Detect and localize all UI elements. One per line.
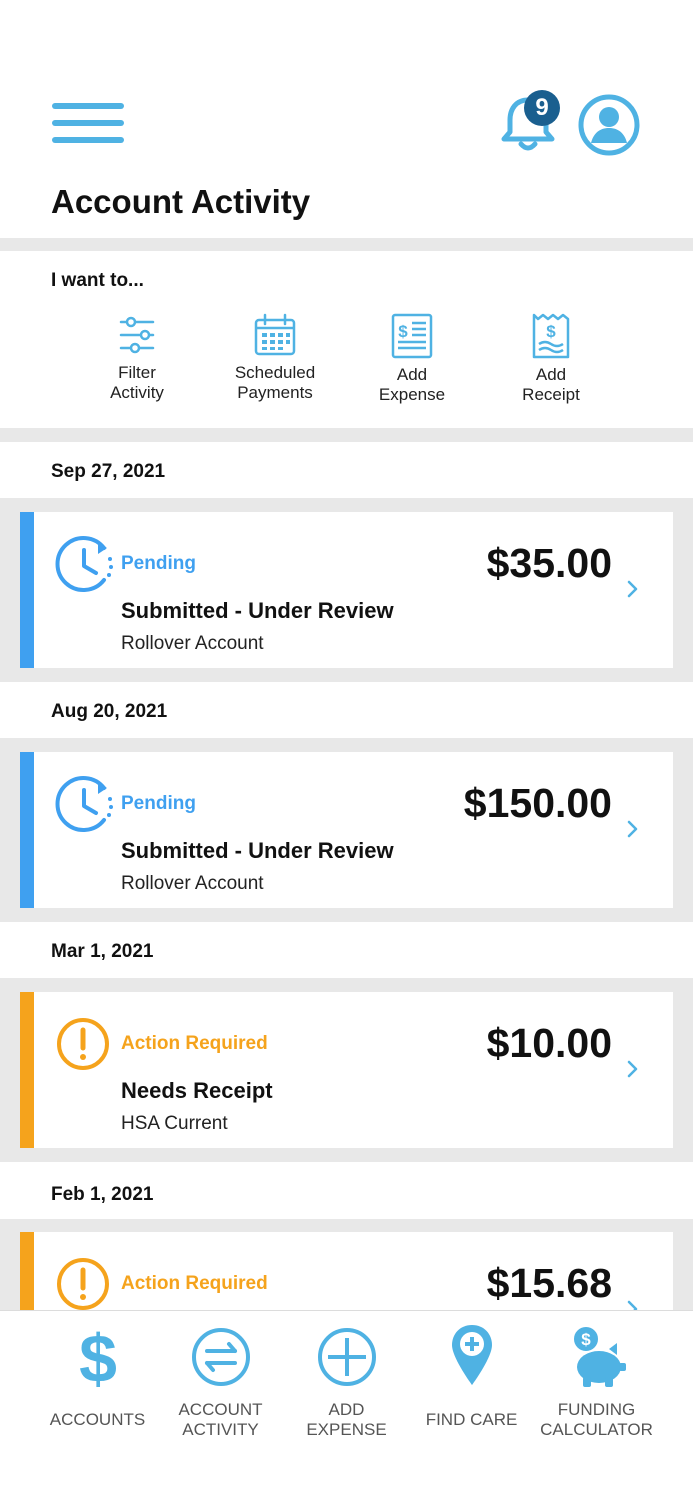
date-label: Sep 27, 2021 (51, 461, 166, 482)
action-label-line2: Expense (378, 385, 446, 404)
hamburger-menu-icon[interactable] (52, 103, 126, 145)
map-pin-plus-icon (451, 1325, 492, 1385)
date-label: Feb 1, 2021 (51, 1184, 154, 1205)
account-name: Rollover Account (121, 633, 264, 654)
pending-clock-icon (55, 776, 113, 832)
nav-label-line1: ACCOUNT (178, 1400, 263, 1419)
nav-accounts[interactable]: $ ACCOUNTS (28, 1311, 167, 1451)
date-header: Aug 20, 2021 (0, 682, 693, 738)
activity-card[interactable]: Pending $150.00 Submitted - Under Review… (20, 752, 673, 908)
status-label: Pending (121, 793, 196, 814)
section-divider (0, 238, 693, 251)
action-label-line2: Activity (110, 383, 164, 402)
nav-find-care[interactable]: FIND CARE (402, 1311, 541, 1451)
filter-sliders-icon (119, 316, 155, 354)
add-receipt-button[interactable]: $ Add Receipt (491, 313, 611, 405)
filter-activity-button[interactable]: Filter Activity (77, 313, 197, 403)
account-name: HSA Current (121, 1113, 228, 1134)
date-label: Aug 20, 2021 (51, 701, 168, 722)
action-label-line1: Scheduled (234, 363, 316, 382)
activity-title: Submitted - Under Review (121, 838, 394, 863)
action-label-line1: Add (535, 365, 567, 384)
scheduled-payments-button[interactable]: Scheduled Payments (215, 313, 335, 403)
bottom-navigation: $ ACCOUNTS ACCOUNT ACTIVITY ADD EXPENSE FI (0, 1310, 693, 1500)
action-label-line1: Filter (118, 363, 156, 382)
date-header: Mar 1, 2021 (0, 922, 693, 978)
account-name: Rollover Account (121, 873, 264, 894)
nav-label: FIND CARE (425, 1410, 518, 1429)
quick-actions-title: I want to... (51, 270, 144, 291)
exclamation-circle-icon (57, 1258, 109, 1310)
quick-actions-panel: I want to... Filter Activity Scheduled P… (0, 251, 693, 428)
expense-document-icon: $ (391, 313, 433, 359)
nav-label-line2: ACTIVITY (182, 1420, 259, 1439)
chevron-right-icon (627, 820, 638, 838)
notification-badge: 9 (524, 90, 560, 126)
nav-label: ACCOUNTS (49, 1410, 146, 1429)
user-avatar-icon[interactable] (578, 94, 640, 156)
nav-account-activity[interactable]: ACCOUNT ACTIVITY (151, 1311, 290, 1451)
amount: $35.00 (486, 540, 612, 586)
chevron-right-icon (627, 580, 638, 598)
svg-text:$: $ (79, 1327, 117, 1389)
action-label-line2: Receipt (522, 385, 580, 404)
piggy-bank-icon: $ (571, 1325, 626, 1387)
nav-label-line1: ADD (328, 1400, 365, 1419)
date-header: Sep 27, 2021 (0, 442, 693, 498)
chevron-right-icon (627, 1060, 638, 1078)
activity-card[interactable]: Pending $35.00 Submitted - Under Review … (20, 512, 673, 668)
status-label: Action Required (121, 1033, 268, 1054)
pending-clock-icon (55, 536, 113, 592)
receipt-icon: $ (532, 313, 570, 359)
nav-add-expense[interactable]: ADD EXPENSE (277, 1311, 416, 1451)
status-label: Action Required (121, 1273, 268, 1294)
add-expense-action-button[interactable]: $ Add Expense (352, 313, 472, 405)
calendar-icon (254, 313, 296, 356)
action-label-line2: Payments (237, 383, 313, 402)
exchange-arrows-icon (191, 1328, 250, 1386)
amount: $15.68 (486, 1260, 612, 1306)
dollar-icon: $ (79, 1327, 117, 1389)
activity-title: Needs Receipt (121, 1078, 273, 1103)
activity-card[interactable]: Action Required $10.00 Needs Receipt HSA… (20, 992, 673, 1148)
exclamation-circle-icon (57, 1018, 109, 1070)
nav-label-line2: EXPENSE (306, 1420, 387, 1439)
amount: $10.00 (486, 1020, 612, 1066)
svg-text:$: $ (398, 322, 408, 341)
svg-text:$: $ (581, 1330, 591, 1349)
page-title: Account Activity (51, 183, 311, 220)
nav-label-line1: FUNDING (557, 1400, 636, 1419)
activity-title: Submitted - Under Review (121, 598, 394, 623)
svg-text:$: $ (546, 322, 556, 341)
action-label-line1: Add (396, 365, 428, 384)
amount: $150.00 (463, 780, 612, 826)
nav-label-line2: CALCULATOR (540, 1420, 653, 1439)
date-label: Mar 1, 2021 (51, 941, 154, 962)
nav-funding-calculator[interactable]: $ FUNDING CALCULATOR (527, 1311, 666, 1451)
section-divider (0, 428, 693, 442)
status-label: Pending (121, 553, 196, 574)
date-header: Feb 1, 2021 (0, 1162, 693, 1219)
app-header: 9 Account Activity (0, 0, 693, 238)
plus-circle-icon (317, 1328, 376, 1386)
